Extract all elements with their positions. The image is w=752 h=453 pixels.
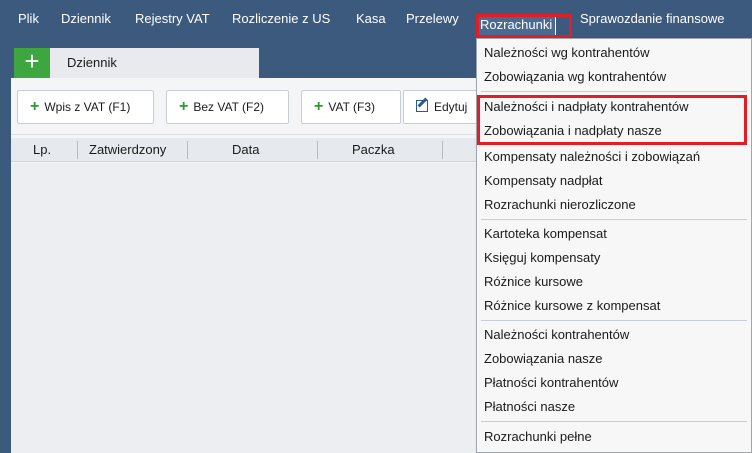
menu-kasa[interactable]: Kasa — [356, 0, 386, 37]
menu-option-platnosci-nasze[interactable]: Płatności nasze — [477, 395, 751, 419]
column-divider[interactable] — [187, 141, 188, 159]
tab-dziennik[interactable]: Dziennik — [50, 48, 259, 78]
add-vat-label: VAT (F3) — [328, 100, 376, 114]
menu-option-roznice-kursowe[interactable]: Różnice kursowe — [477, 270, 751, 294]
menu-plik[interactable]: Plik — [18, 0, 39, 37]
add-entry-with-vat-label: Wpis z VAT (F1) — [44, 100, 131, 114]
menu-rozliczenie-z-us[interactable]: Rozliczenie z US — [232, 0, 330, 37]
menu-rozrachunki[interactable]: Rozrachunki — [476, 14, 557, 38]
menu-option-rozrachunki-pelne[interactable]: Rozrachunki pełne — [477, 425, 751, 449]
add-tab-button[interactable]: + — [14, 48, 50, 78]
menu-option-naleznosci-kontrahentow[interactable]: Należności kontrahentów — [477, 323, 751, 347]
plus-icon: + — [179, 98, 189, 115]
column-divider[interactable] — [442, 141, 443, 159]
menu-bar: Plik Dziennik Rejestry VAT Rozliczenie z… — [0, 0, 752, 38]
menu-option-zobowiazania-i-nadplaty-nasze[interactable]: Zobowiązania i nadpłaty nasze — [477, 119, 751, 143]
tab-strip: + Dziennik — [11, 48, 259, 78]
menu-option-ksieguj-kompensaty[interactable]: Księguj kompensaty — [477, 246, 751, 270]
add-entry-with-vat-button[interactable]: + Wpis z VAT (F1) — [17, 90, 154, 124]
rozrachunki-dropdown-menu: Należności wg kontrahentów Zobowiązania … — [476, 38, 752, 453]
menu-option-kartoteka-kompensat[interactable]: Kartoteka kompensat — [477, 222, 751, 246]
column-header-data[interactable]: Data — [232, 138, 259, 162]
column-divider[interactable] — [317, 141, 318, 159]
menu-sprawozdanie-finansowe[interactable]: Sprawozdanie finansowe — [580, 0, 725, 37]
column-divider[interactable] — [77, 141, 78, 159]
menu-dziennik[interactable]: Dziennik — [61, 0, 111, 37]
menu-rejestry-vat[interactable]: Rejestry VAT — [135, 0, 210, 37]
menu-separator — [481, 91, 747, 92]
menu-option-naleznosci-wg-kontrahentow[interactable]: Należności wg kontrahentów — [477, 41, 751, 65]
menu-option-zobowiazania-nasze[interactable]: Zobowiązania nasze — [477, 347, 751, 371]
add-entry-without-vat-label: Bez VAT (F2) — [193, 100, 265, 114]
menu-separator — [481, 320, 747, 321]
edit-label: Edytuj — [434, 100, 468, 114]
column-header-lp[interactable]: Lp. — [33, 138, 51, 162]
menu-separator — [481, 421, 747, 422]
add-entry-without-vat-button[interactable]: + Bez VAT (F2) — [166, 90, 289, 124]
plus-icon: + — [314, 98, 324, 115]
menu-separator — [481, 219, 747, 220]
menu-przelewy[interactable]: Przelewy — [406, 0, 459, 37]
menu-option-roznice-kursowe-z-kompensat[interactable]: Różnice kursowe z kompensat — [477, 294, 751, 318]
column-header-zatwierdzony[interactable]: Zatwierdzony — [89, 138, 166, 162]
menu-option-kompensaty-naleznosci-i-zobowiazan[interactable]: Kompensaty należności i zobowiązań — [477, 145, 751, 169]
menu-option-naleznosci-i-nadplaty-kontrahentow[interactable]: Należności i nadpłaty kontrahentów — [477, 95, 751, 119]
menu-option-kompensaty-nadplat[interactable]: Kompensaty nadpłat — [477, 169, 751, 193]
column-header-paczka[interactable]: Paczka — [352, 138, 395, 162]
menu-option-zobowiazania-wg-kontrahentow[interactable]: Zobowiązania wg kontrahentów — [477, 65, 751, 89]
add-vat-button[interactable]: + VAT (F3) — [301, 90, 401, 124]
menu-option-platnosci-kontrahentow[interactable]: Płatności kontrahentów — [477, 371, 751, 395]
menu-option-rozrachunki-nierozliczone[interactable]: Rozrachunki nierozliczone — [477, 193, 751, 217]
edit-icon — [416, 100, 428, 112]
plus-icon: + — [30, 98, 40, 115]
